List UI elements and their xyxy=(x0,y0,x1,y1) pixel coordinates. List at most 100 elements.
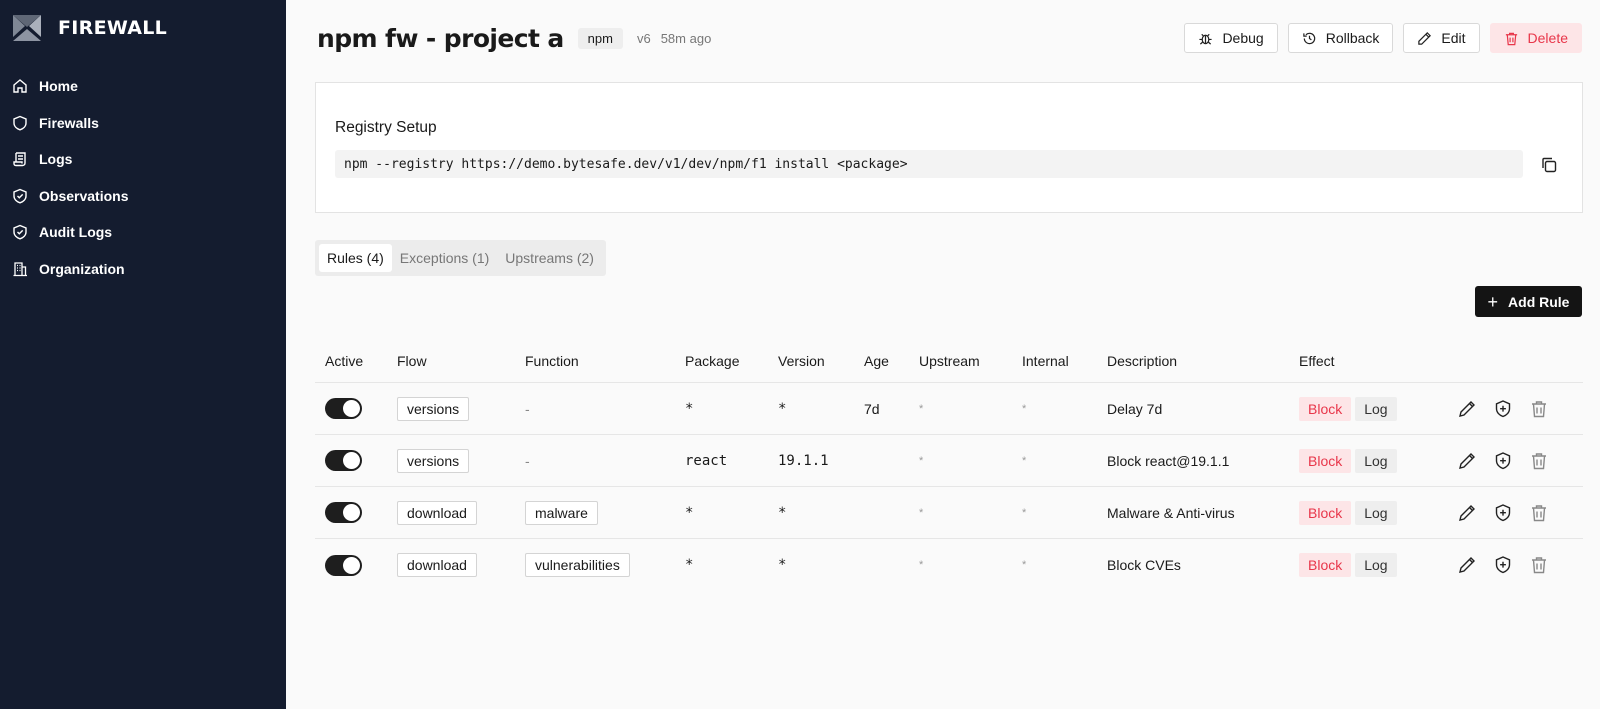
description-value: Block react@19.1.1 xyxy=(1107,452,1230,469)
add-rule-button[interactable]: + Add Rule xyxy=(1475,286,1582,317)
page-header: npm fw - project a npm v6 58m ago Debug … xyxy=(317,18,1582,58)
sidebar-item-label: Firewalls xyxy=(39,114,99,131)
edit-button-label: Edit xyxy=(1441,30,1466,46)
edit-rule-button[interactable] xyxy=(1457,399,1477,419)
delete-rule-button[interactable] xyxy=(1529,555,1549,575)
delete-rule-button[interactable] xyxy=(1529,451,1549,471)
internal-value: * xyxy=(1022,506,1027,519)
version-value: 19.1.1 xyxy=(778,452,829,469)
effect-block-badge[interactable]: Block xyxy=(1299,396,1352,421)
column-header: Description xyxy=(1107,353,1178,369)
package-value: * xyxy=(685,504,694,521)
column-header: Upstream xyxy=(919,353,980,369)
debug-button[interactable]: Debug xyxy=(1184,23,1278,53)
active-toggle[interactable] xyxy=(325,450,362,471)
edit-rule-button[interactable] xyxy=(1457,451,1477,471)
active-toggle[interactable] xyxy=(325,502,362,523)
active-toggle[interactable] xyxy=(325,398,362,419)
table-row: download vulnerabilities * * * * Block C… xyxy=(315,539,1583,591)
flow-chip: versions xyxy=(397,448,470,473)
delete-rule-button[interactable] xyxy=(1529,399,1549,419)
tab-rules[interactable]: Rules (4) xyxy=(319,244,392,272)
copy-icon xyxy=(1542,157,1557,173)
pencil-icon xyxy=(1459,557,1475,573)
function-value: - xyxy=(525,400,530,417)
description-value: Malware & Anti-virus xyxy=(1107,504,1235,521)
shield-check-icon xyxy=(12,188,28,204)
sidebar-item-label: Audit Logs xyxy=(39,224,113,241)
rollback-button-label: Rollback xyxy=(1325,30,1380,46)
toggle-knob xyxy=(343,556,360,574)
effect-block-badge[interactable]: Block xyxy=(1299,448,1352,473)
internal-value: * xyxy=(1022,454,1027,467)
header-actions: Debug Rollback Edit Delete xyxy=(1184,23,1582,53)
version-value: * xyxy=(778,557,787,573)
active-toggle[interactable] xyxy=(325,554,362,576)
shield-plus-icon xyxy=(1495,556,1511,574)
trash-icon xyxy=(1532,557,1546,574)
pencil-icon xyxy=(1459,504,1475,521)
column-header: Active xyxy=(325,353,364,369)
rollback-button[interactable]: Rollback xyxy=(1287,23,1394,53)
registry-setup-card: Registry Setup npm --registry https://de… xyxy=(315,82,1583,213)
brand[interactable]: FIREWALL xyxy=(0,0,286,56)
column-header: Effect xyxy=(1299,353,1335,369)
main-content: npm fw - project a npm v6 58m ago Debug … xyxy=(286,0,1600,709)
sidebar-item-organization[interactable]: Organization xyxy=(0,251,286,288)
scroll-icon xyxy=(12,151,28,167)
effect-log-badge[interactable]: Log xyxy=(1355,396,1397,421)
sidebar-nav: Home Firewalls Logs Observations Audit L… xyxy=(0,68,286,287)
tab-exceptions[interactable]: Exceptions (1) xyxy=(392,244,497,272)
sidebar-item-observations[interactable]: Observations xyxy=(0,178,286,215)
tab-upstreams[interactable]: Upstreams (2) xyxy=(497,244,602,272)
effect-log-badge[interactable]: Log xyxy=(1355,448,1397,473)
upstream-value: * xyxy=(919,454,924,467)
toggle-knob xyxy=(343,504,360,521)
effect-log-badge[interactable]: Log xyxy=(1355,553,1397,577)
sidebar-item-firewalls[interactable]: Firewalls xyxy=(0,105,286,142)
sidebar-item-label: Observations xyxy=(39,187,129,204)
upstream-value: * xyxy=(919,402,924,415)
sidebar-item-logs[interactable]: Logs xyxy=(0,141,286,178)
pencil-icon xyxy=(1459,400,1475,417)
tabs: Rules (4) Exceptions (1) Upstreams (2) xyxy=(315,240,606,276)
updated-timestamp: 58m ago xyxy=(660,30,712,46)
package-value: * xyxy=(685,557,694,573)
delete-button[interactable]: Delete xyxy=(1489,23,1582,53)
plus-icon: + xyxy=(1487,291,1499,312)
sidebar-item-home[interactable]: Home xyxy=(0,68,286,105)
trash-icon xyxy=(1505,32,1517,45)
brand-name: FIREWALL xyxy=(58,17,168,39)
internal-value: * xyxy=(1022,559,1027,571)
rules-table: Active Flow Function Package Version Age… xyxy=(315,340,1583,591)
delete-button-label: Delete xyxy=(1527,30,1568,46)
trash-icon xyxy=(1532,452,1546,469)
sidebar-item-label: Home xyxy=(39,78,78,95)
edit-rule-button[interactable] xyxy=(1457,555,1477,575)
effect-block-badge[interactable]: Block xyxy=(1299,500,1352,525)
effect-block-badge[interactable]: Block xyxy=(1299,553,1352,577)
table-row: versions - * * 7d * * Delay 7d Block Log xyxy=(315,383,1583,435)
column-header: Age xyxy=(864,353,889,369)
edit-button[interactable]: Edit xyxy=(1403,23,1480,53)
trash-icon xyxy=(1532,400,1546,417)
registry-command[interactable]: npm --registry https://demo.bytesafe.dev… xyxy=(335,150,1523,178)
debug-button-label: Debug xyxy=(1222,30,1264,46)
trash-icon xyxy=(1532,504,1546,521)
version-value: * xyxy=(778,504,787,521)
toggle-knob xyxy=(343,400,360,417)
add-exception-button[interactable] xyxy=(1493,503,1513,523)
column-header: Package xyxy=(685,353,740,369)
add-exception-button[interactable] xyxy=(1493,451,1513,471)
shield-plus-icon xyxy=(1495,503,1511,521)
add-exception-button[interactable] xyxy=(1493,555,1513,575)
flow-chip: download xyxy=(397,500,477,525)
copy-button[interactable] xyxy=(1538,154,1560,176)
effect-log-badge[interactable]: Log xyxy=(1355,500,1397,525)
edit-rule-button[interactable] xyxy=(1457,503,1477,523)
sidebar-item-audit-logs[interactable]: Audit Logs xyxy=(0,214,286,251)
internal-value: * xyxy=(1022,402,1027,415)
add-exception-button[interactable] xyxy=(1493,399,1513,419)
delete-rule-button[interactable] xyxy=(1529,503,1549,523)
shield-plus-icon xyxy=(1495,399,1511,417)
